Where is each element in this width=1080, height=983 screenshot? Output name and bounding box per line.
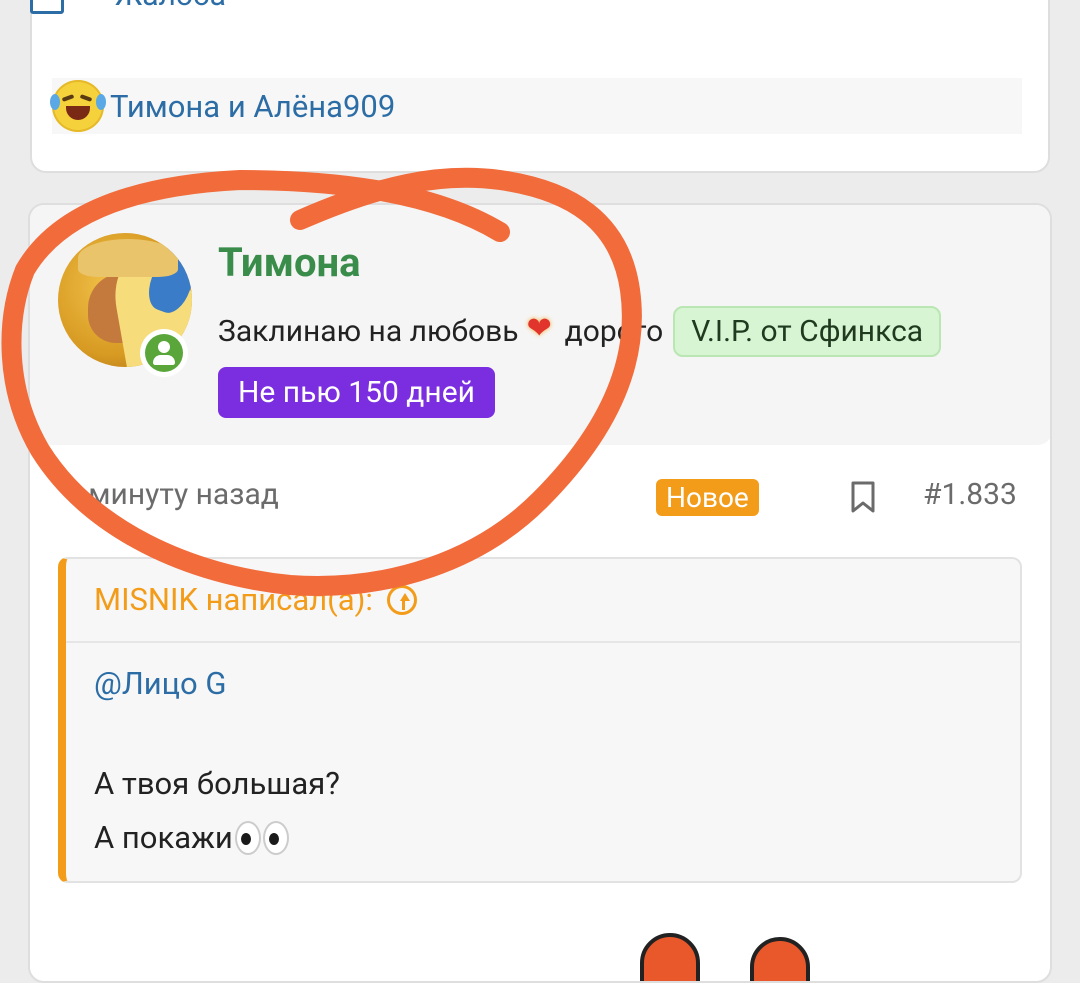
jump-to-quote-icon[interactable] [386,584,417,615]
reaction-users[interactable]: Тимона и Алёна909 [110,88,395,125]
quote-author[interactable]: MISNIK написал(а): [94,581,373,618]
quote-block: MISNIK написал(а): @Лицо G А твоя больша… [58,557,1022,883]
reactions-bar[interactable]: Тимона и Алёна909 [50,78,1022,134]
online-status-icon [140,329,188,377]
heart-on-fire-icon [527,311,557,346]
user-title-part1: Заклинаю на любовь [218,313,519,349]
report-link[interactable]: Жалоба [115,0,226,13]
sticker-image [640,923,820,981]
quote-text-line2-label: А покажи [94,819,233,856]
post-card: Тимона Заклинаю на любовь дорого V.I.P. … [28,203,1052,983]
post-author-header: Тимона Заклинаю на любовь дорого V.I.P. … [30,205,1050,445]
post-number-link[interactable]: #1.833 [923,477,1017,512]
quote-divider [66,641,1020,643]
user-mention-link[interactable]: @Лицо G [94,665,227,702]
quote-header[interactable]: MISNIK написал(а): [94,581,417,618]
avatar[interactable] [58,233,192,377]
user-title-part2: дорого [564,313,664,349]
post-time[interactable]: 1 минуту назад [64,477,279,512]
post-meta: 1 минуту назад Новое #1.833 [30,467,1050,527]
sober-days-badge: Не пью 150 дней [218,367,495,418]
quote-text-line1: А твоя большая? [94,765,340,802]
vip-badge: V.I.P. от Сфинкса [673,305,942,357]
bookmark-icon[interactable] [850,481,876,513]
report-icon[interactable] [30,0,64,14]
rofl-emoji-icon [50,80,106,132]
new-badge: Новое [656,479,759,516]
eyes-emoji-icon [234,820,291,855]
quote-text-line2: А покажи [94,819,291,856]
username-link[interactable]: Тимона [218,239,361,286]
user-title-row: Заклинаю на любовь дорого V.I.P. от Сфин… [218,303,942,359]
